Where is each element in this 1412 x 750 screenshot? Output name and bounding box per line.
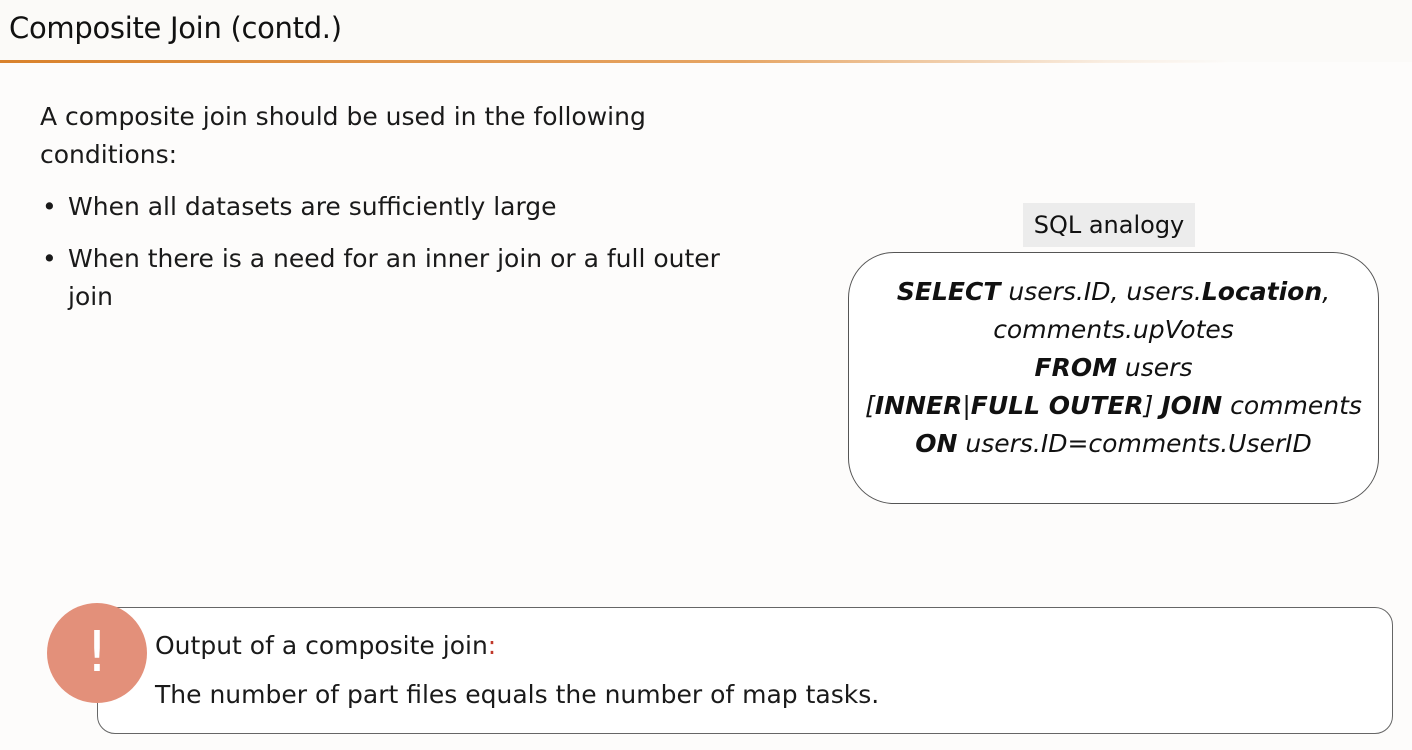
sql-line-columns: comments.upVotes (993, 315, 1234, 344)
sql-line-from: FROM users (1034, 353, 1193, 382)
bullet-icon: • (42, 244, 57, 273)
note-body: The number of part files equals the numb… (155, 680, 880, 709)
sql-code: SELECT users.ID, users.Location, comment… (849, 273, 1378, 463)
slide-title: Composite Join (contd.) (9, 11, 342, 45)
title-underline (0, 60, 1230, 63)
title-bar: Composite Join (contd.) (0, 0, 1412, 63)
sql-analogy-box: SELECT users.ID, users.Location, comment… (848, 252, 1379, 504)
sql-line-join: [INNER|FULL OUTER] JOIN comments (865, 391, 1362, 420)
sql-line-on: ON users.ID=comments.UserID (915, 429, 1312, 458)
bullet-text: When all datasets are sufficiently large (68, 192, 557, 221)
note-title: Output of a composite join: (155, 631, 497, 660)
conditions-list: • When all datasets are sufficiently lar… (40, 188, 760, 330)
sql-line-select: SELECT users.ID, users.Location, (896, 277, 1331, 306)
exclamation-icon: ! (47, 603, 147, 703)
bullet-icon: • (42, 192, 57, 221)
list-item: • When there is a need for an inner join… (40, 240, 760, 316)
bullet-text: When there is a need for an inner join o… (68, 244, 720, 311)
list-item: • When all datasets are sufficiently lar… (40, 188, 760, 226)
sql-analogy-label: SQL analogy (1023, 203, 1195, 247)
intro-text: A composite join should be used in the f… (40, 102, 646, 169)
